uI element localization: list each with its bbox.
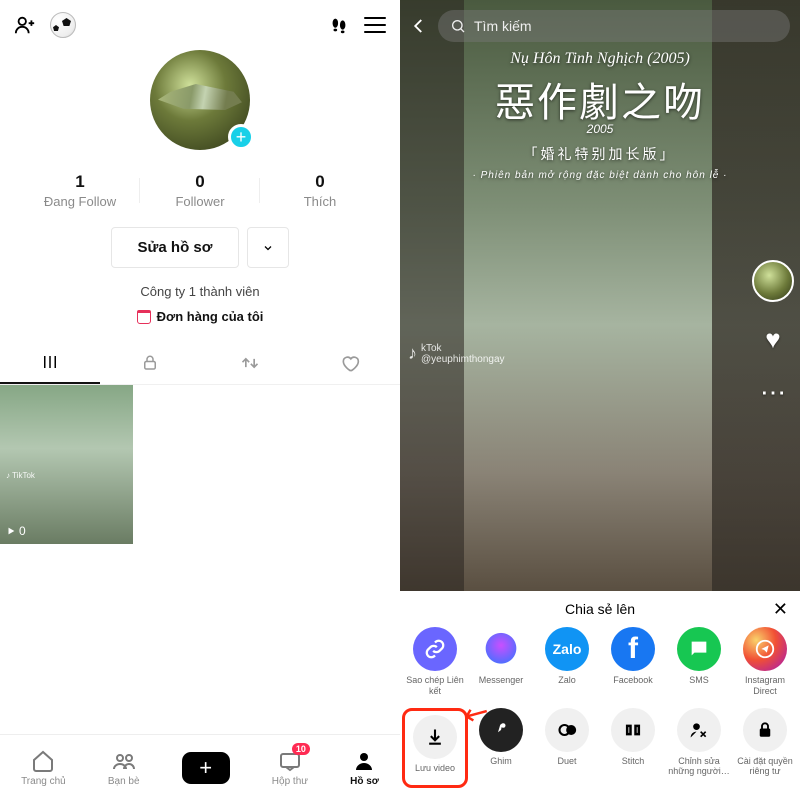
bio-text: Công ty 1 thành viên [0,284,400,299]
back-button[interactable] [410,17,428,35]
duet-icon [545,708,589,752]
avatar-area: + [0,50,400,150]
video-share-screen: Tìm kiếm Nụ Hôn Tinh Nghịch (2005) 惡作劇之吻… [400,0,800,800]
stat-label: Thích [260,194,380,209]
overlay-year: 2005 [400,122,800,136]
video-grid: ♪ TikTok 0 [0,385,400,544]
facebook-icon: f [611,627,655,671]
add-friend-icon[interactable] [14,14,36,36]
stat-value: 0 [260,172,380,192]
like-button[interactable]: ♥ [765,324,780,355]
tab-liked[interactable] [300,342,400,384]
video-thumb[interactable]: ♪ TikTok 0 [0,385,133,544]
overlay-line2: 惡作劇之吻 [400,70,800,128]
author-avatar[interactable] [752,260,794,302]
overlay-line1: Nụ Hôn Tinh Nghịch (2005) [400,50,800,68]
orders-link[interactable]: Đơn hàng của tôi [0,309,400,324]
stats-row: 1 Đang Follow 0 Follower 0 Thích [0,172,400,209]
overlay-line4: · Phiên bản mở rộng đặc biệt dành cho hô… [400,170,800,181]
tiktok-watermark: ♪ TikTok [6,471,35,480]
action-duet[interactable]: Duet [534,708,600,788]
share-instagram-direct[interactable]: Instagram Direct [732,627,798,696]
video-player[interactable]: Tìm kiếm Nụ Hôn Tinh Nghịch (2005) 惡作劇之吻… [400,0,800,591]
share-row-actions: Lưu video ↙ Ghim Duet Stitch Chỉnh sửa n… [400,708,800,788]
nav-profile[interactable]: Hồ sơ [350,749,379,787]
profile-tabs [0,342,400,385]
top-bar [0,0,400,44]
download-icon [413,715,457,759]
overlay-line3: 「婚礼特别加长版」 [400,144,800,164]
messenger-icon [479,627,523,671]
tab-private[interactable] [100,342,200,384]
account-switch-avatar[interactable] [50,12,76,38]
sheet-title: Chia sẻ lên [400,601,800,617]
search-placeholder: Tìm kiếm [474,18,532,34]
action-privacy[interactable]: Cài đặt quyền riêng tư [732,708,798,788]
pin-icon [479,708,523,752]
side-action-rail: ♥ ⋯ [752,260,794,408]
inbox-badge: 10 [292,743,310,755]
zalo-icon: Zalo [545,627,589,671]
search-bar[interactable]: Tìm kiếm [438,10,790,42]
profile-screen: + 1 Đang Follow 0 Follower 0 Thích Sửa h… [0,0,400,800]
nav-inbox[interactable]: 10 Hộp thư [272,749,308,787]
stat-value: 0 [140,172,260,192]
suggest-users-button[interactable] [247,227,289,268]
profile-icon [352,749,376,773]
share-row-apps: Sao chép Liên kết Messenger Zalo Zalo f … [400,627,800,696]
inbox-icon: 10 [278,749,302,773]
tiktok-watermark: ♪ kTok@yeuphimthongay [408,343,505,365]
nav-friends[interactable]: Bạn bè [108,749,140,787]
comment-button[interactable]: ⋯ [760,377,786,408]
tab-posts[interactable] [0,342,100,384]
stat-following[interactable]: 1 Đang Follow [20,172,140,209]
share-sms[interactable]: SMS [666,627,732,696]
stat-label: Follower [140,194,260,209]
stitch-icon [611,708,655,752]
stat-value: 1 [20,172,140,192]
sms-icon [677,627,721,671]
lock-icon [743,708,787,752]
action-edit-people[interactable]: Chỉnh sửa những người… [666,708,732,788]
edit-people-icon [677,708,721,752]
view-count: 0 [6,524,26,538]
share-zalo[interactable]: Zalo Zalo [534,627,600,696]
bag-icon [137,310,151,324]
stat-likes[interactable]: 0 Thích [260,172,380,209]
nav-create-button[interactable]: + [182,752,230,784]
stat-label: Đang Follow [20,194,140,209]
hamburger-menu-icon[interactable] [364,17,386,33]
action-save-video[interactable]: Lưu video [402,708,468,788]
sheet-close-button[interactable]: ✕ [773,599,788,620]
search-icon [450,18,466,34]
edit-profile-button[interactable]: Sửa hồ sơ [111,227,240,268]
add-avatar-button[interactable]: + [228,124,254,150]
orders-label: Đơn hàng của tôi [157,309,264,324]
link-icon [413,627,457,671]
action-stitch[interactable]: Stitch [600,708,666,788]
edit-row: Sửa hồ sơ [0,227,400,268]
share-messenger[interactable]: Messenger [468,627,534,696]
share-sheet: Chia sẻ lên ✕ Sao chép Liên kết Messenge… [400,591,800,800]
video-overlay-text: Nụ Hôn Tinh Nghịch (2005) 惡作劇之吻 2005 「婚礼… [400,50,800,181]
footprint-icon[interactable] [328,14,350,36]
friends-icon [112,749,136,773]
tab-reposts[interactable] [200,342,300,384]
nav-home[interactable]: Trang chủ [21,749,66,787]
share-facebook[interactable]: f Facebook [600,627,666,696]
video-top-bar: Tìm kiếm [410,10,790,42]
share-copy-link[interactable]: Sao chép Liên kết [402,627,468,696]
home-icon [31,749,55,773]
bottom-nav: Trang chủ Bạn bè + 10 Hộp thư Hồ sơ [0,734,400,800]
stat-followers[interactable]: 0 Follower [140,172,260,209]
instagram-icon [743,627,787,671]
action-pin[interactable]: Ghim [468,708,534,788]
